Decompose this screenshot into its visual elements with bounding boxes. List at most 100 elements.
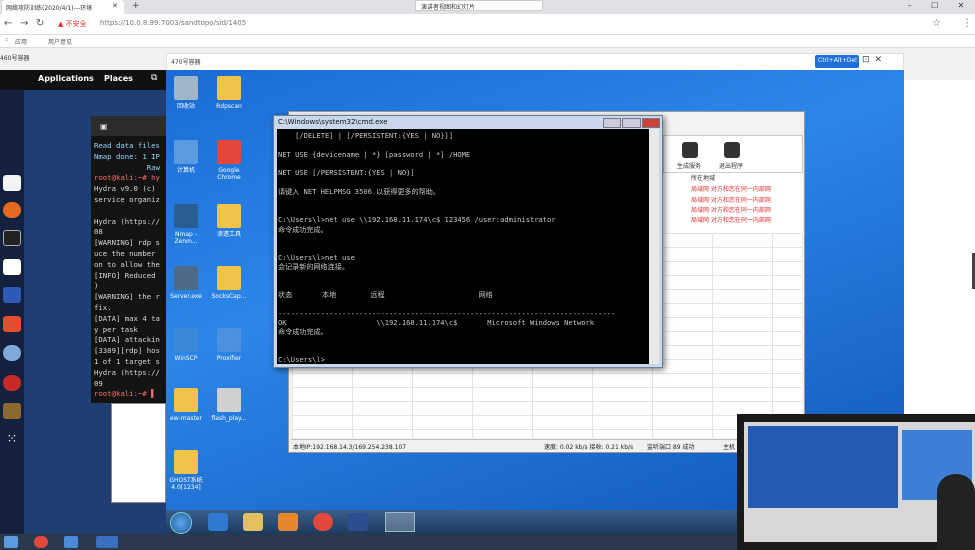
host-chrome-icon[interactable] bbox=[34, 536, 48, 548]
terminal-icon[interactable] bbox=[3, 230, 21, 246]
forward-icon[interactable]: → bbox=[20, 18, 28, 29]
cmd-line: C:\Users\l>net use \\192.168.11.174\c$ 1… bbox=[278, 215, 556, 225]
host-app-icon[interactable] bbox=[96, 536, 118, 548]
generate-service-icon[interactable] bbox=[682, 142, 698, 158]
cmd-line: ----------------------------------------… bbox=[278, 308, 616, 318]
cmd-line: NET USE [/PERSISTENT:{YES | NO}] bbox=[278, 168, 415, 178]
cmd-line: 命令成功完成。 bbox=[278, 224, 328, 234]
bookmark-feedback[interactable]: 用户意见 bbox=[48, 37, 72, 46]
chrome-icon[interactable] bbox=[313, 513, 333, 531]
desktop-icon[interactable]: ew-master bbox=[168, 388, 204, 422]
port-status: 监听端口 89 成功 bbox=[647, 444, 695, 451]
generate-service-button[interactable]: 生成服务 bbox=[677, 161, 701, 170]
window-icon[interactable]: ⧉ bbox=[151, 73, 157, 83]
bookmark-star-icon[interactable]: ☆ bbox=[932, 18, 941, 29]
start-button[interactable] bbox=[170, 512, 192, 534]
metasploit-icon[interactable] bbox=[3, 287, 21, 303]
desktop-icon[interactable]: Nmap - Zenm... bbox=[168, 204, 204, 245]
exit-program-icon[interactable] bbox=[724, 142, 740, 158]
desktop-icon[interactable]: Google Chrome bbox=[211, 140, 247, 181]
ctrl-alt-del-button[interactable]: Ctrl+Alt+Del bbox=[815, 55, 859, 68]
insecure-badge[interactable]: ▲ 不安全 bbox=[58, 19, 87, 29]
cherry-icon[interactable] bbox=[3, 375, 21, 391]
bookmark-apps[interactable]: 应用 bbox=[15, 37, 27, 46]
desktop-icon[interactable]: SocksCap... bbox=[211, 266, 247, 300]
desktop-icon[interactable]: 计算机 bbox=[168, 140, 204, 174]
media-player-icon[interactable] bbox=[278, 513, 298, 531]
desktop-icon[interactable]: 回收站 bbox=[168, 76, 204, 110]
exit-program-button[interactable]: 退出程序 bbox=[719, 161, 743, 170]
desktop-icon[interactable]: Server.exe bbox=[168, 266, 204, 300]
burp-icon[interactable] bbox=[3, 316, 21, 332]
url-input[interactable]: https://10.0.8.99:7003/sandtopo/sid/1405 bbox=[100, 19, 246, 27]
desktop-icon-image bbox=[174, 388, 198, 412]
maximize-icon[interactable]: ☐ bbox=[931, 1, 938, 13]
close-tab-icon[interactable]: ✕ bbox=[112, 2, 118, 10]
desktop-icon[interactable]: Rdpscan bbox=[211, 76, 247, 110]
maximize-icon[interactable] bbox=[622, 118, 641, 128]
page-header: 460号容器 bbox=[0, 55, 30, 62]
desktop-icon[interactable]: WinSCP bbox=[168, 328, 204, 362]
window-controls[interactable]: – ☐ ✕ bbox=[898, 1, 974, 13]
desktop-icon-image bbox=[217, 388, 241, 412]
explorer-icon[interactable] bbox=[243, 513, 263, 531]
desktop-icon-image bbox=[217, 204, 241, 228]
close-icon[interactable] bbox=[641, 118, 660, 128]
restore-icon[interactable]: ⊡ bbox=[862, 55, 875, 65]
close-icon[interactable]: ✕ bbox=[958, 1, 965, 13]
desktop-icon-image bbox=[174, 266, 198, 290]
desktop-icon[interactable]: flash_play... bbox=[211, 388, 247, 422]
back-icon[interactable]: ← bbox=[4, 18, 12, 29]
bookmarks-bar bbox=[0, 35, 975, 48]
desktop-icon[interactable]: Proxifier bbox=[211, 328, 247, 362]
vm-window-controls[interactable]: ⊡✕ bbox=[862, 55, 887, 65]
list-item[interactable]: 局域网 对方和您在同一内部网 bbox=[691, 205, 771, 214]
camera-screen-left bbox=[748, 426, 898, 508]
list-item[interactable]: 局域网 对方和您在同一内部网 bbox=[691, 195, 771, 204]
desktop-icon-image bbox=[174, 76, 198, 100]
desktop-icon-label: Nmap - Zenm... bbox=[174, 231, 198, 245]
close-icon[interactable]: ✕ bbox=[875, 55, 888, 65]
reload-icon[interactable]: ↻ bbox=[36, 18, 44, 29]
host-app-icon[interactable] bbox=[64, 536, 78, 548]
browser-tab[interactable]: 网络攻防训练(2020/4/1)---环境 bbox=[2, 0, 124, 14]
desktop-icon-image bbox=[174, 140, 198, 164]
avatar-icon[interactable] bbox=[3, 403, 21, 419]
document-icon[interactable] bbox=[3, 259, 21, 275]
local-ip-status: 本地IP:192.168.14.3/169.254.238.107 bbox=[293, 444, 407, 451]
files-icon[interactable] bbox=[3, 175, 21, 191]
cmd-line: NET USE {devicename | *} [password | *] … bbox=[278, 149, 471, 159]
desktop-icon[interactable]: GHOST系统 4.0[1234] bbox=[168, 450, 204, 491]
minimize-icon[interactable]: – bbox=[908, 1, 912, 13]
show-apps-icon[interactable]: ⁙ bbox=[3, 432, 21, 448]
kali-window-below bbox=[111, 403, 166, 503]
screenshot: 网络攻防训练(2020/4/1)---环境 ✕ + 演讲者视图和幻灯片 – ☐ ✕ … bbox=[0, 0, 975, 550]
apps-grid-icon[interactable]: ⁙ bbox=[4, 37, 9, 44]
hat-icon[interactable] bbox=[348, 513, 368, 531]
menu-icon[interactable]: ⋮ bbox=[962, 18, 972, 29]
list-item[interactable]: 局域网 对方和您在同一内部网 bbox=[691, 215, 771, 224]
desktop-icon[interactable]: 渗透工具 bbox=[211, 204, 247, 238]
cmd-taskbar-button[interactable] bbox=[385, 512, 415, 532]
new-tab-icon[interactable]: + bbox=[132, 1, 140, 11]
places-menu[interactable]: Places bbox=[104, 74, 133, 83]
cmd-line: 会记录新的网络连接。 bbox=[278, 261, 349, 271]
popup-window-label[interactable]: 演讲者视图和幻灯片 bbox=[415, 0, 543, 11]
desktop-icon-image bbox=[217, 266, 241, 290]
desktop-icon-label: 计算机 bbox=[176, 167, 195, 174]
firefox-icon[interactable] bbox=[3, 202, 21, 218]
applications-menu[interactable]: Applications bbox=[38, 74, 94, 83]
right-page-area bbox=[904, 80, 975, 415]
cmd-window-controls[interactable] bbox=[603, 118, 660, 129]
host-status: 主机 bbox=[723, 444, 736, 451]
desktop-icon-label: GHOST系统 4.0[1234] bbox=[169, 477, 203, 491]
list-item[interactable]: 局域网 对方和您在同一内部网 bbox=[691, 184, 771, 193]
desktop-icon-label: 回收站 bbox=[176, 103, 195, 110]
desktop-icon-label: SocksCap... bbox=[211, 293, 247, 300]
host-start-icon[interactable] bbox=[4, 536, 18, 548]
desktop-icon-label: ew-master bbox=[170, 415, 202, 422]
minimize-icon[interactable] bbox=[603, 118, 622, 128]
cmd-scrollbar[interactable] bbox=[649, 129, 659, 364]
ie-icon[interactable] bbox=[208, 513, 228, 531]
eye-icon[interactable] bbox=[3, 345, 21, 361]
